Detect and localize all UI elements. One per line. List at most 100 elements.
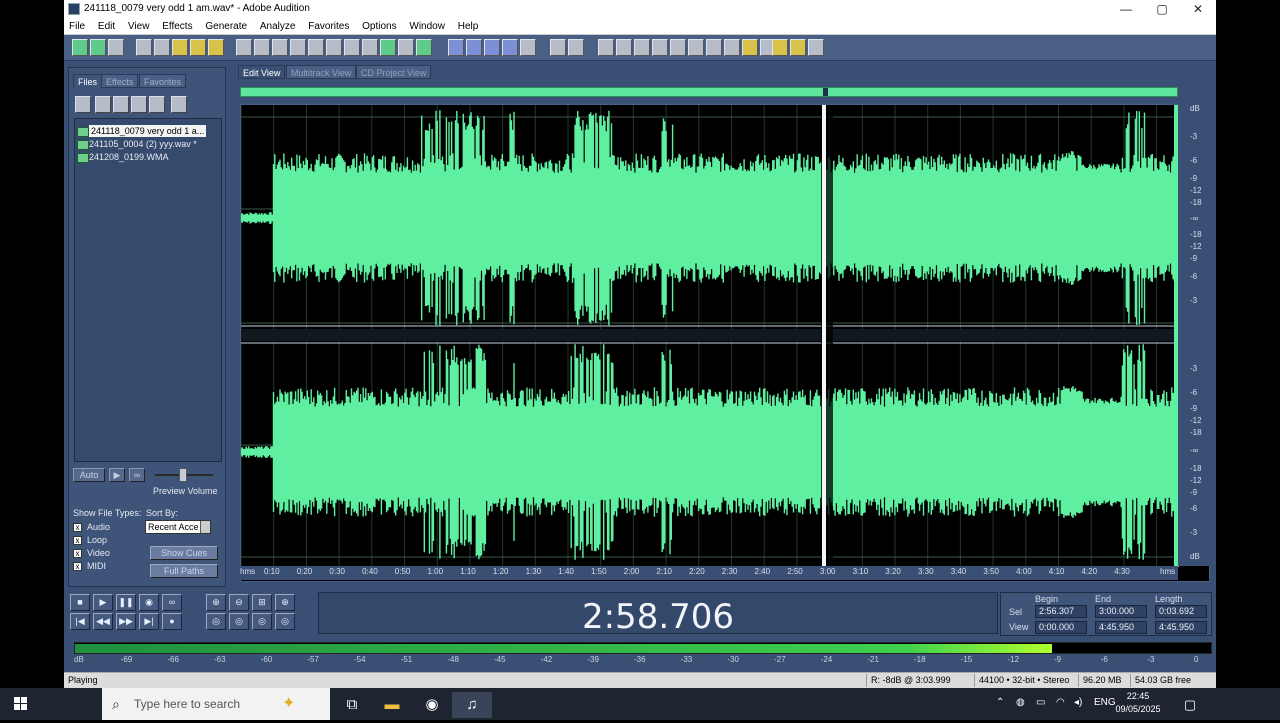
toolbar-multitrack-icon[interactable] (90, 39, 106, 56)
volume-icon[interactable]: ◂) (1074, 697, 1082, 708)
preview-volume-slider[interactable] (155, 468, 213, 482)
waveform-display[interactable] (240, 104, 1210, 582)
view-end-field[interactable]: 4:45.950 (1095, 621, 1147, 634)
chevron-up-icon[interactable]: ⌃ (996, 697, 1004, 708)
transport-button[interactable]: ■ (70, 594, 90, 611)
battery-icon[interactable]: ▭ (1036, 697, 1045, 708)
file-item[interactable]: 241118_0079 very odd 1 a... (76, 125, 207, 137)
sel-end-field[interactable]: 3:00.000 (1095, 605, 1147, 618)
zoom-button[interactable]: ⊕ (206, 594, 226, 611)
toolbar-pitch-icon[interactable] (484, 39, 500, 56)
start-button[interactable] (0, 688, 42, 720)
zoom-button[interactable]: ⊞ (252, 594, 272, 611)
toolbar-paste-new-icon[interactable] (362, 39, 378, 56)
menu-generate[interactable]: Generate (200, 18, 252, 35)
transport-button[interactable]: ▶ (93, 594, 113, 611)
toolbar-open-video-icon[interactable] (190, 39, 206, 56)
view-length-field[interactable]: 4:45.950 (1155, 621, 1207, 634)
toolbar-undo-icon[interactable] (236, 39, 252, 56)
close-file-icon[interactable] (113, 96, 129, 113)
toolbar-trim-icon[interactable] (398, 39, 414, 56)
checkbox-midi[interactable]: x (73, 562, 82, 571)
toolbar-settings-icon[interactable] (772, 39, 788, 56)
sel-begin-field[interactable]: 2:56.307 (1035, 605, 1087, 618)
maximize-button[interactable]: ▢ (1144, 0, 1180, 18)
waveform-canvas[interactable] (241, 105, 1179, 567)
toolbar-selection-icon[interactable] (688, 39, 704, 56)
transport-button[interactable]: |◀ (70, 613, 90, 630)
chevron-down-icon[interactable] (200, 521, 210, 533)
toolbar-tools-icon[interactable] (790, 39, 806, 56)
menu-effects[interactable]: Effects (157, 18, 197, 35)
menu-file[interactable]: File (64, 18, 90, 35)
file-options-icon[interactable] (171, 96, 187, 113)
preview-loop-button[interactable]: ∞ (129, 468, 145, 482)
toolbar-phase-icon[interactable] (502, 39, 518, 56)
toolbar-copy-new-icon[interactable] (308, 39, 324, 56)
toolbar-spectral-icon[interactable] (448, 39, 464, 56)
open-file-icon[interactable] (75, 96, 91, 113)
edit-file-icon[interactable] (149, 96, 165, 113)
menu-view[interactable]: View (123, 18, 155, 35)
tab-effects[interactable]: Effects (101, 74, 139, 88)
transport-button[interactable]: ❚❚ (116, 594, 136, 611)
toolbar-mix-icon[interactable] (416, 39, 432, 56)
waveform-overview-bar[interactable] (240, 87, 1178, 97)
toolbar-save-icon[interactable] (208, 39, 224, 56)
menu-analyze[interactable]: Analyze (255, 18, 301, 35)
toolbar-level-icon[interactable] (706, 39, 722, 56)
toolbar-open-append-icon[interactable] (172, 39, 188, 56)
import-file-icon[interactable] (95, 96, 111, 113)
sort-by-select[interactable]: Recent Acce (145, 520, 211, 534)
tab-multitrack-view[interactable]: Multitrack View (286, 65, 357, 79)
taskbar-clock[interactable]: 22:45 09/05/2025 (1110, 690, 1166, 716)
full-paths-button[interactable]: Full Paths (150, 564, 218, 578)
toolbar-help-icon[interactable] (808, 39, 824, 56)
toolbar-new-icon[interactable] (136, 39, 152, 56)
transport-button[interactable]: ∞ (162, 594, 182, 611)
task-view-icon[interactable]: ⧉ (332, 692, 372, 718)
toolbar-cd-icon[interactable] (108, 39, 124, 56)
auto-play-button[interactable]: Auto (73, 468, 105, 482)
menu-options[interactable]: Options (357, 18, 401, 35)
adobe-audition-taskbar-icon[interactable]: ♫ (452, 692, 492, 718)
network-icon[interactable]: ◍ (1016, 697, 1025, 708)
toolbar-time-icon[interactable] (670, 39, 686, 56)
checkbox-loop[interactable]: x (73, 536, 82, 545)
taskbar-search-box[interactable]: ⌕ Type here to search ✦ (102, 688, 330, 720)
file-item[interactable]: 241208_0199.WMA (77, 151, 169, 163)
file-explorer-icon[interactable]: ▬ (372, 692, 412, 718)
zoom-button[interactable]: ◎ (206, 613, 226, 630)
toolbar-window-icon[interactable] (598, 39, 614, 56)
sel-length-field[interactable]: 0:03.692 (1155, 605, 1207, 618)
file-item[interactable]: 241105_0004 (2) yyy.wav * (77, 138, 197, 150)
menu-favorites[interactable]: Favorites (303, 18, 354, 35)
menu-edit[interactable]: Edit (93, 18, 120, 35)
preview-play-button[interactable]: ▶ (109, 468, 125, 482)
toolbar-favorites-icon[interactable] (742, 39, 758, 56)
close-button[interactable]: ✕ (1180, 0, 1216, 18)
toolbar-redo-icon[interactable] (254, 39, 270, 56)
transport-button[interactable]: ◀◀ (93, 613, 113, 630)
transport-button[interactable]: ▶▶ (116, 613, 136, 630)
zoom-button[interactable]: ⊕ (275, 594, 295, 611)
toolbar-transport-icon[interactable] (634, 39, 650, 56)
menu-help[interactable]: Help (453, 18, 484, 35)
toolbar-marquee-icon[interactable] (568, 39, 584, 56)
minimize-button[interactable]: — (1108, 0, 1144, 18)
zoom-button[interactable]: ⊖ (229, 594, 249, 611)
menu-window[interactable]: Window (404, 18, 450, 35)
tab-favorites[interactable]: Favorites (139, 74, 187, 88)
tab-files[interactable]: Files (73, 74, 103, 88)
toolbar-repeat-icon[interactable] (272, 39, 288, 56)
notification-icon[interactable]: ▢ (1170, 692, 1210, 718)
tab-edit-view[interactable]: Edit View (238, 65, 286, 79)
show-cues-button[interactable]: Show Cues (150, 546, 218, 560)
volume-knob[interactable] (179, 468, 187, 482)
toolbar-pan-icon[interactable] (466, 39, 482, 56)
transport-button[interactable]: ● (162, 613, 182, 630)
screen-recorder-icon[interactable]: ◉ (412, 692, 452, 718)
checkbox-video[interactable]: x (73, 549, 82, 558)
toolbar-cut-icon[interactable] (326, 39, 342, 56)
transport-button[interactable]: ▶| (139, 613, 159, 630)
